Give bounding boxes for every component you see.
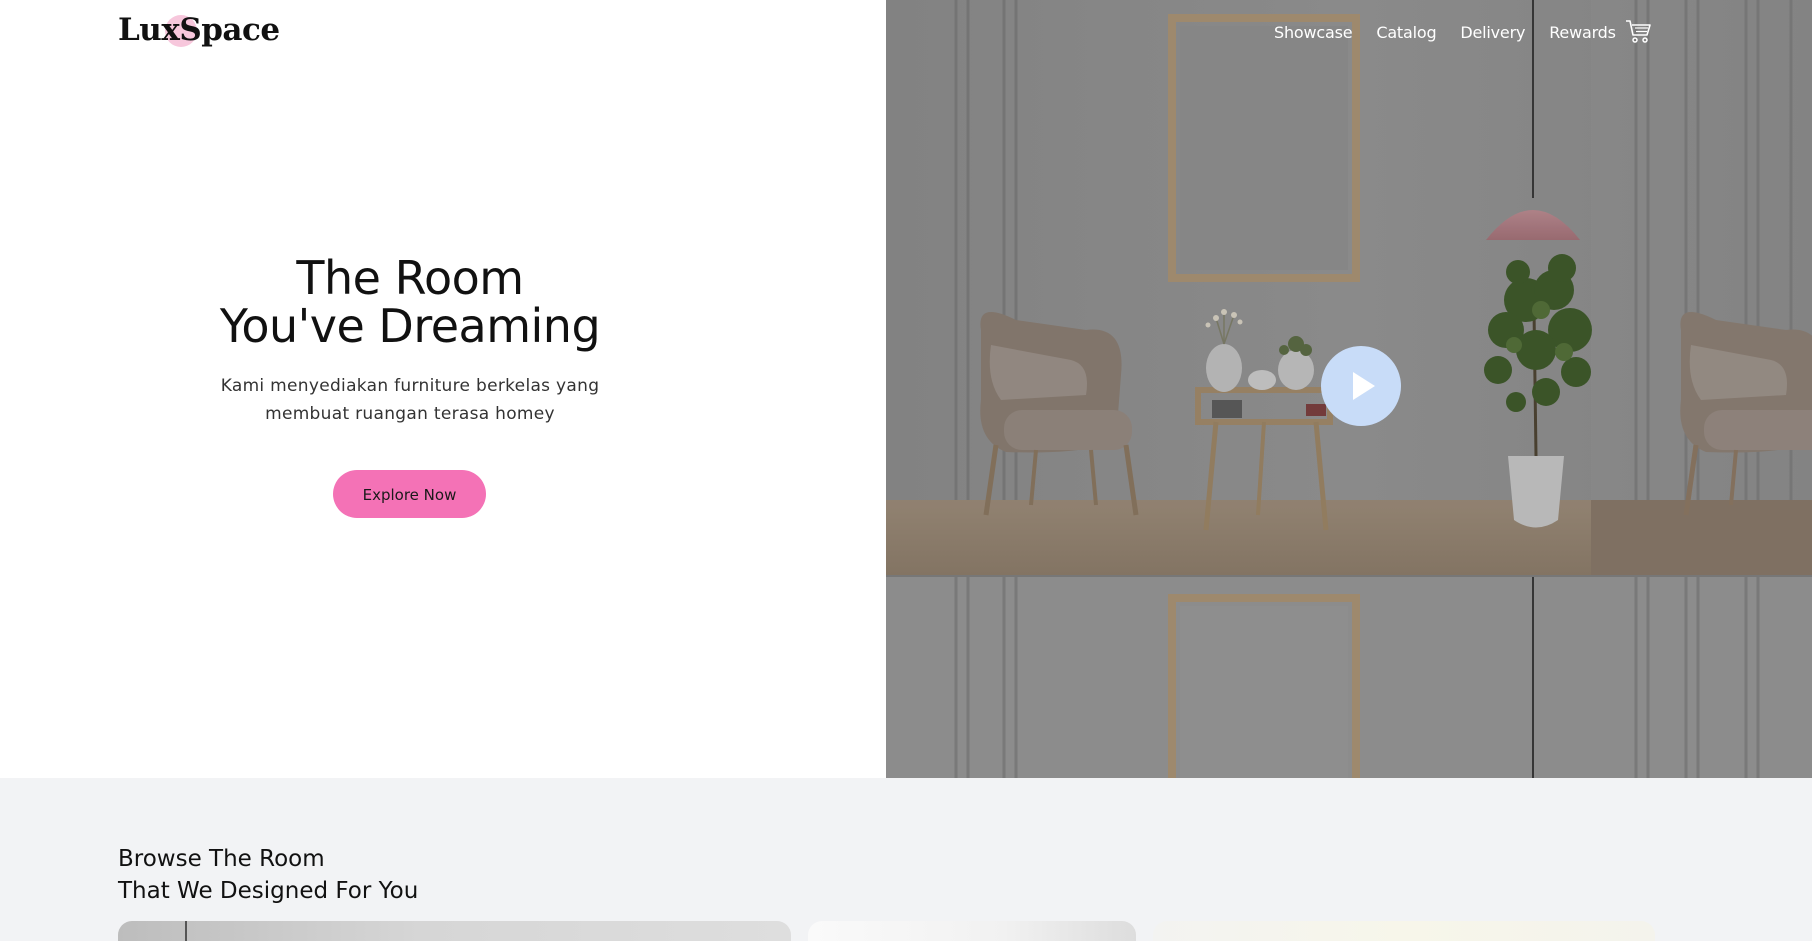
logo[interactable]: LuxSpace <box>118 12 280 52</box>
hero-title-line2: You've Dreaming <box>219 299 601 353</box>
room-card[interactable] <box>808 921 1136 941</box>
browse-section: Browse The Room That We Designed For You <box>0 778 1812 941</box>
browse-title-line1: Browse The Room <box>118 846 325 872</box>
browse-title-line2: That We Designed For You <box>118 878 419 904</box>
browse-title: Browse The Room That We Designed For You <box>118 843 418 907</box>
explore-now-button[interactable]: Explore Now <box>333 470 486 518</box>
hero-copy: The Room You've Dreaming Kami menyediaka… <box>210 254 610 428</box>
logo-text: LuxSpace <box>118 12 280 48</box>
main-nav: Showcase Catalog Delivery Rewards <box>1274 22 1640 44</box>
hero-section: LuxSpace The Room You've Dreaming Kami m… <box>0 0 1812 778</box>
page: LuxSpace The Room You've Dreaming Kami m… <box>0 0 1812 941</box>
room-card[interactable] <box>118 921 791 941</box>
hero-title-line1: The Room <box>296 251 524 305</box>
hero-subtitle: Kami menyediakan furniture berkelas yang… <box>210 372 610 428</box>
play-video-button[interactable] <box>1321 346 1401 426</box>
nav-item-catalog[interactable]: Catalog <box>1376 22 1436 44</box>
hero-subtitle-line2: membuat ruangan terasa homey <box>265 404 555 424</box>
nav-item-rewards[interactable]: Rewards <box>1549 22 1616 44</box>
hero-subtitle-line1: Kami menyediakan furniture berkelas yang <box>220 376 600 396</box>
hero-left-panel: LuxSpace The Room You've Dreaming Kami m… <box>0 0 886 778</box>
play-icon <box>1353 372 1375 400</box>
nav-item-showcase[interactable]: Showcase <box>1274 22 1353 44</box>
room-card-image <box>185 921 187 941</box>
nav-item-delivery[interactable]: Delivery <box>1460 22 1525 44</box>
shopping-cart-icon[interactable] <box>1625 19 1653 45</box>
hero-title: The Room You've Dreaming <box>210 254 610 350</box>
room-card[interactable] <box>1153 921 1655 941</box>
